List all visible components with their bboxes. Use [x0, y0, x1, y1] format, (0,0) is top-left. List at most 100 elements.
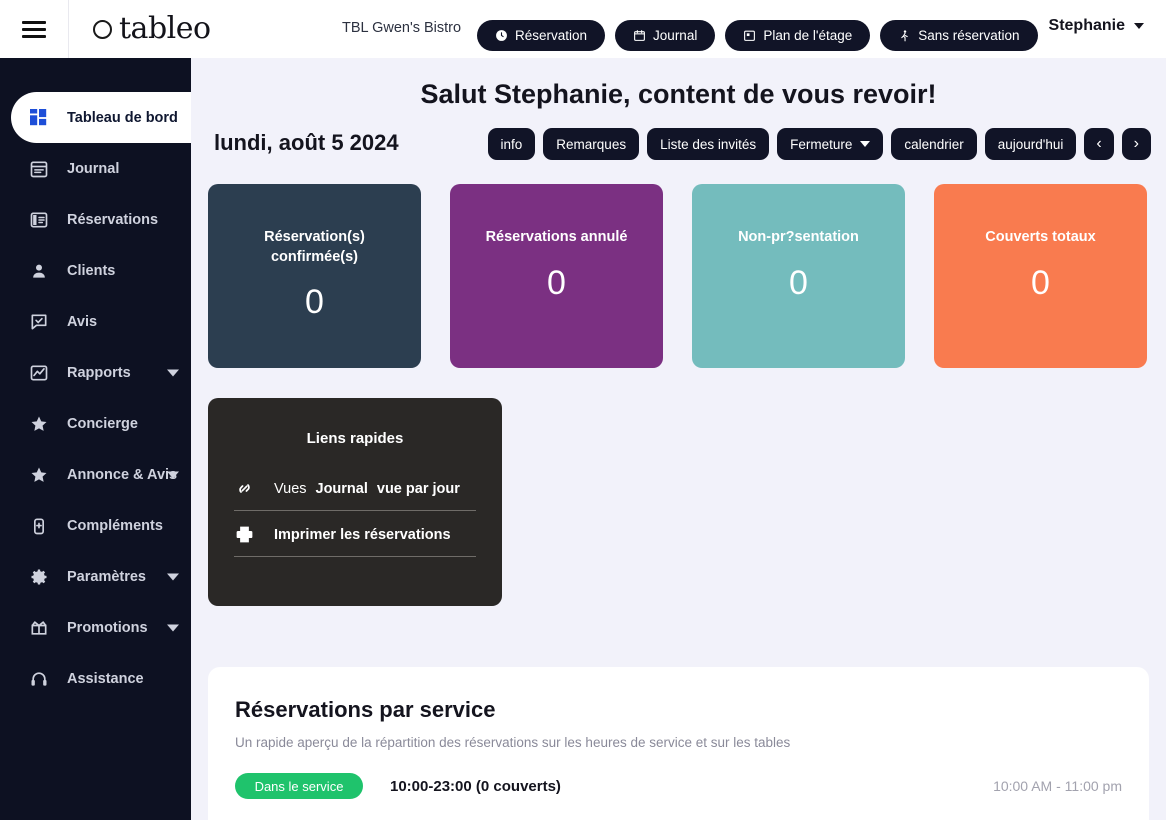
sidebar-item-label: Assistance [67, 670, 144, 687]
filter-guest-list-label: Liste des invités [660, 136, 757, 152]
sidebar-item-label: Promotions [67, 619, 148, 636]
sidebar-item-parametres[interactable]: Paramètres [0, 551, 191, 602]
sidebar-item-label: Journal [67, 160, 120, 177]
filter-fermeture-label: Fermeture [790, 136, 853, 152]
status-badge: Dans le service [235, 773, 363, 799]
chevron-left-icon: ‹ [1096, 135, 1102, 152]
calendar-icon [27, 159, 50, 179]
service-row[interactable]: Dans le service 10:00-23:00 (0 couverts)… [235, 771, 1122, 801]
person-icon [27, 261, 50, 281]
quick-link-journal[interactable]: Journal [316, 481, 368, 497]
floorplan-icon [743, 29, 756, 42]
sidebar-item-journal[interactable]: Journal [0, 143, 191, 194]
brand-logo[interactable]: tableo [69, 14, 211, 44]
filter-calendrier-label: calendrier [904, 136, 964, 152]
review-icon [27, 312, 50, 332]
quick-link-day-view[interactable]: vue par jour [377, 481, 460, 497]
top-header: tableo TBL Gwen's Bistro Réservation Jou… [0, 0, 1166, 58]
sidebar-item-label: Concierge [67, 415, 138, 432]
sidebar-item-complements[interactable]: Compléments [0, 500, 191, 551]
stat-card-confirmed[interactable]: Réservation(s) confirmée(s) 0 [208, 184, 421, 368]
filter-guest-list-button[interactable]: Liste des invités [647, 128, 770, 160]
stat-card-value: 0 [305, 283, 324, 322]
filter-buttons: info Remarques Liste des invités Fermetu… [487, 128, 1151, 160]
quick-link-print-row[interactable]: Imprimer les réservations [234, 524, 476, 557]
walk-in-button-label: Sans réservation [918, 28, 1020, 43]
date-filter-row: lundi, août 5 2024 info Remarques Liste … [191, 128, 1166, 166]
chevron-down-icon[interactable] [167, 369, 179, 376]
clock-plus-icon [495, 29, 508, 42]
greeting-heading: Salut Stephanie, content de vous revoir! [420, 79, 937, 109]
sidebar-item-annonce-avis[interactable]: Annonce & Avis [0, 449, 191, 500]
chevron-down-icon [860, 141, 871, 147]
stat-card-value: 0 [547, 263, 566, 302]
reservation-button[interactable]: Réservation [477, 20, 606, 51]
services-panel: Réservations par service Un rapide aperç… [208, 667, 1149, 820]
stat-card-total-covers[interactable]: Couverts totaux 0 [934, 184, 1147, 368]
sidebar-item-label: Annonce & Avis [67, 466, 178, 483]
stat-card-title: Couverts totaux [985, 229, 1096, 245]
sidebar-item-tableau-de-bord[interactable]: Tableau de bord [11, 92, 191, 143]
logo-text: tableo [119, 11, 211, 46]
prev-day-button[interactable]: ‹ [1084, 128, 1114, 160]
stat-card-cancelled[interactable]: Réservations annulé 0 [450, 184, 663, 368]
hamburger-menu-button[interactable] [0, 0, 69, 58]
chart-icon [27, 363, 50, 383]
panel-title: Réservations par service [235, 697, 496, 722]
filter-today-button[interactable]: aujourd'hui [984, 128, 1077, 160]
sidebar: Tableau de bord Journal Réservations Cli… [0, 58, 191, 820]
user-name: Stephanie [1048, 17, 1125, 34]
gear-icon [27, 567, 50, 587]
sidebar-item-rapports[interactable]: Rapports [0, 347, 191, 398]
filter-calendrier-button[interactable]: calendrier [891, 128, 977, 160]
panel-subtitle: Un rapide aperçu de la répartition des r… [235, 735, 791, 750]
sidebar-item-concierge[interactable]: Concierge [0, 398, 191, 449]
gift-icon [27, 618, 50, 638]
next-day-button[interactable]: › [1121, 128, 1151, 160]
stat-card-title: Réservations annulé [485, 229, 628, 245]
filter-remarques-label: Remarques [556, 136, 627, 152]
chevron-right-icon: › [1133, 135, 1139, 152]
current-date: lundi, août 5 2024 [214, 130, 399, 155]
sidebar-item-assistance[interactable]: Assistance [0, 653, 191, 704]
chevron-down-icon [1134, 23, 1144, 29]
sidebar-item-label: Paramètres [67, 568, 146, 585]
journal-button[interactable]: Journal [615, 20, 716, 51]
user-menu[interactable]: Stephanie [1049, 17, 1144, 35]
stat-card-no-show[interactable]: Non-pr?sentation 0 [692, 184, 905, 368]
quick-links-title: Liens rapides [306, 430, 404, 447]
filter-info-button[interactable]: info [487, 128, 536, 160]
quick-links-card: Liens rapides Vues Journal vue par jour … [208, 398, 502, 606]
stat-card-value: 0 [789, 263, 808, 302]
sidebar-item-label: Clients [67, 262, 116, 279]
addon-icon [27, 516, 50, 536]
service-summary: 10:00-23:00 (0 couverts) [390, 777, 561, 795]
walk-in-button[interactable]: Sans réservation [880, 20, 1038, 51]
quick-link-views-label: Vues [274, 480, 307, 497]
quick-link-views-row[interactable]: Vues Journal vue par jour [234, 478, 476, 511]
chevron-down-icon[interactable] [167, 624, 179, 631]
chevron-down-icon[interactable] [167, 471, 179, 478]
stat-card-title: Non-pr?sentation [738, 229, 859, 245]
book-icon [27, 210, 50, 230]
floorplan-button[interactable]: Plan de l'étage [725, 20, 871, 51]
chevron-down-icon[interactable] [167, 573, 179, 580]
header-action-buttons: Réservation Journal Plan de l'étage Sans… [477, 20, 1038, 51]
stat-cards: Réservation(s) confirmée(s) 0 Réservatio… [191, 166, 1166, 368]
venue-name: TBL Gwen's Bistro [342, 20, 462, 36]
sidebar-item-label: Réservations [67, 211, 159, 228]
sidebar-item-clients[interactable]: Clients [0, 245, 191, 296]
sidebar-item-avis[interactable]: Avis [0, 296, 191, 347]
quick-link-print-label: Imprimer les réservations [274, 526, 451, 543]
sidebar-item-label: Avis [67, 313, 98, 330]
filter-fermeture-dropdown[interactable]: Fermeture [777, 128, 884, 160]
filter-remarques-button[interactable]: Remarques [543, 128, 640, 160]
sidebar-item-reservations[interactable]: Réservations [0, 194, 191, 245]
link-icon [234, 478, 260, 499]
sidebar-item-promotions[interactable]: Promotions [0, 602, 191, 653]
sidebar-item-label: Rapports [67, 364, 131, 381]
star-icon [27, 414, 50, 434]
filter-today-label: aujourd'hui [997, 136, 1064, 152]
sidebar-item-label: Compléments [67, 517, 163, 534]
main-content: Salut Stephanie, content de vous revoir!… [191, 58, 1166, 820]
